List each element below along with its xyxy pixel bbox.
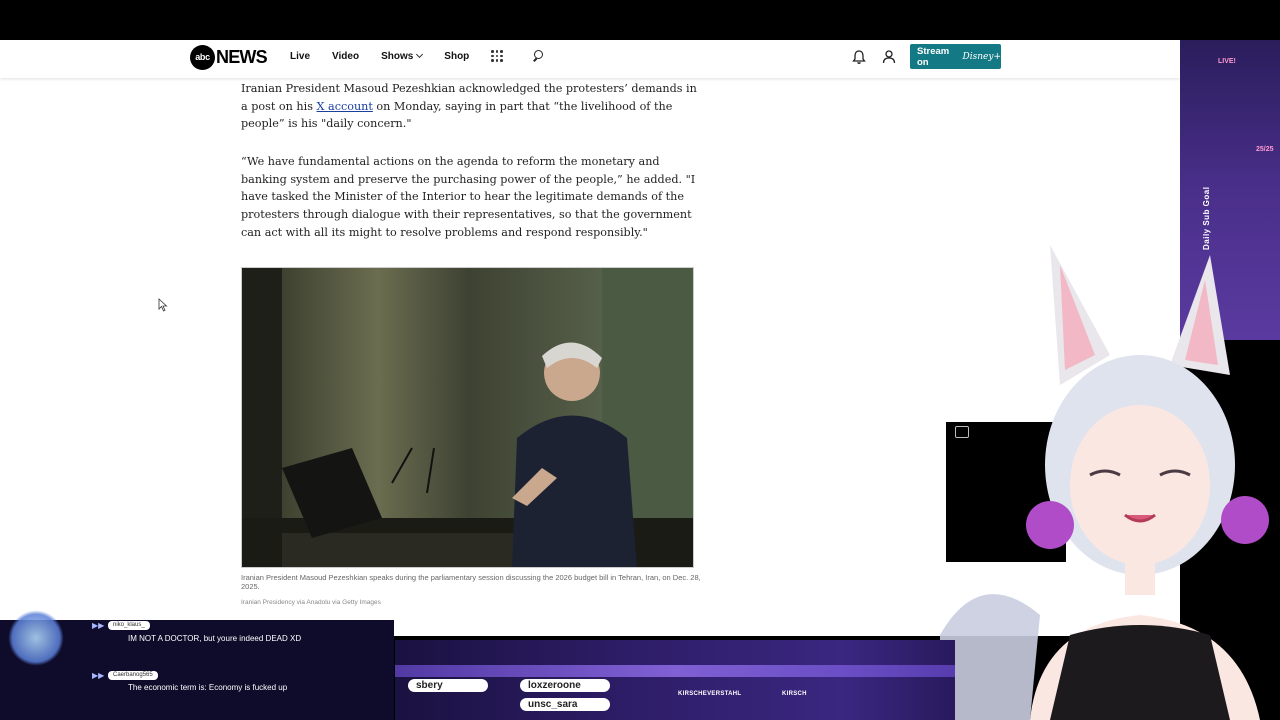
chat-username: Caerbanog565 (108, 671, 158, 680)
x-account-link[interactable]: X account (317, 100, 373, 113)
ticker-name: loxzeroone (520, 679, 610, 692)
chat-arrow-icon: ▶▶ (92, 671, 105, 680)
chat-message: IM NOT A DOCTOR, but youre indeed DEAD X… (128, 634, 302, 643)
article-photo (241, 267, 694, 568)
ticker-name: unsc_sara (520, 698, 610, 711)
account-icon[interactable] (882, 49, 896, 65)
article-paragraph: Iranian President Masoud Pezeshkian ackn… (241, 80, 701, 133)
ticker-stripe (395, 665, 955, 677)
main-nav: Live Video Shows Shop (290, 50, 545, 62)
nav-video[interactable]: Video (332, 51, 359, 62)
chevron-down-icon (416, 50, 424, 59)
channel-tag: KIRSCH (782, 691, 807, 697)
chat-mascot (8, 610, 64, 666)
vtuber-avatar (940, 245, 1269, 720)
nav-shows[interactable]: Shows (381, 50, 424, 62)
article-paragraph-quote: “We have fundamental actions on the agen… (241, 155, 696, 239)
search-icon[interactable] (533, 50, 545, 62)
site-header: abc NEWS Live Video Shows Shop Stream on… (0, 40, 1180, 78)
live-badge: LIVE! (1218, 58, 1236, 65)
apps-grid-icon[interactable] (491, 50, 503, 62)
disney-plus-logo: Disney+ (962, 51, 1001, 62)
chat-message: The economic term is: Economy is fucked … (128, 683, 288, 692)
ticker-name: sbery (408, 679, 488, 692)
chat-arrow-icon: ▶▶ (92, 621, 105, 630)
article-body: Iranian President Masoud Pezeshkian ackn… (241, 80, 701, 239)
photo-caption: Iranian President Masoud Pezeshkian spea… (241, 573, 701, 591)
photo-credit: Iranian Presidency via Anadolu via Getty… (241, 599, 381, 606)
stream-top-border (0, 0, 1280, 40)
photo-image (242, 268, 693, 567)
stream-on-disney-button[interactable]: Stream on Disney+ (910, 44, 1001, 69)
abc-logo-circle: abc (190, 44, 215, 70)
bell-icon[interactable] (852, 49, 866, 65)
nav-shows-label: Shows (381, 50, 414, 62)
stream-label: Stream on (917, 45, 950, 68)
news-wordmark: NEWS (216, 46, 268, 67)
nav-live[interactable]: Live (290, 51, 310, 62)
sub-goal-count: 25/25 (1256, 146, 1274, 153)
nav-shop[interactable]: Shop (444, 51, 469, 62)
mouse-cursor-icon (158, 298, 168, 312)
channel-tag: KIRSCHEVERSTAHL (678, 691, 742, 697)
abc-news-logo[interactable]: abc NEWS (190, 44, 268, 70)
chat-username: niko_klaus_ (108, 621, 150, 630)
